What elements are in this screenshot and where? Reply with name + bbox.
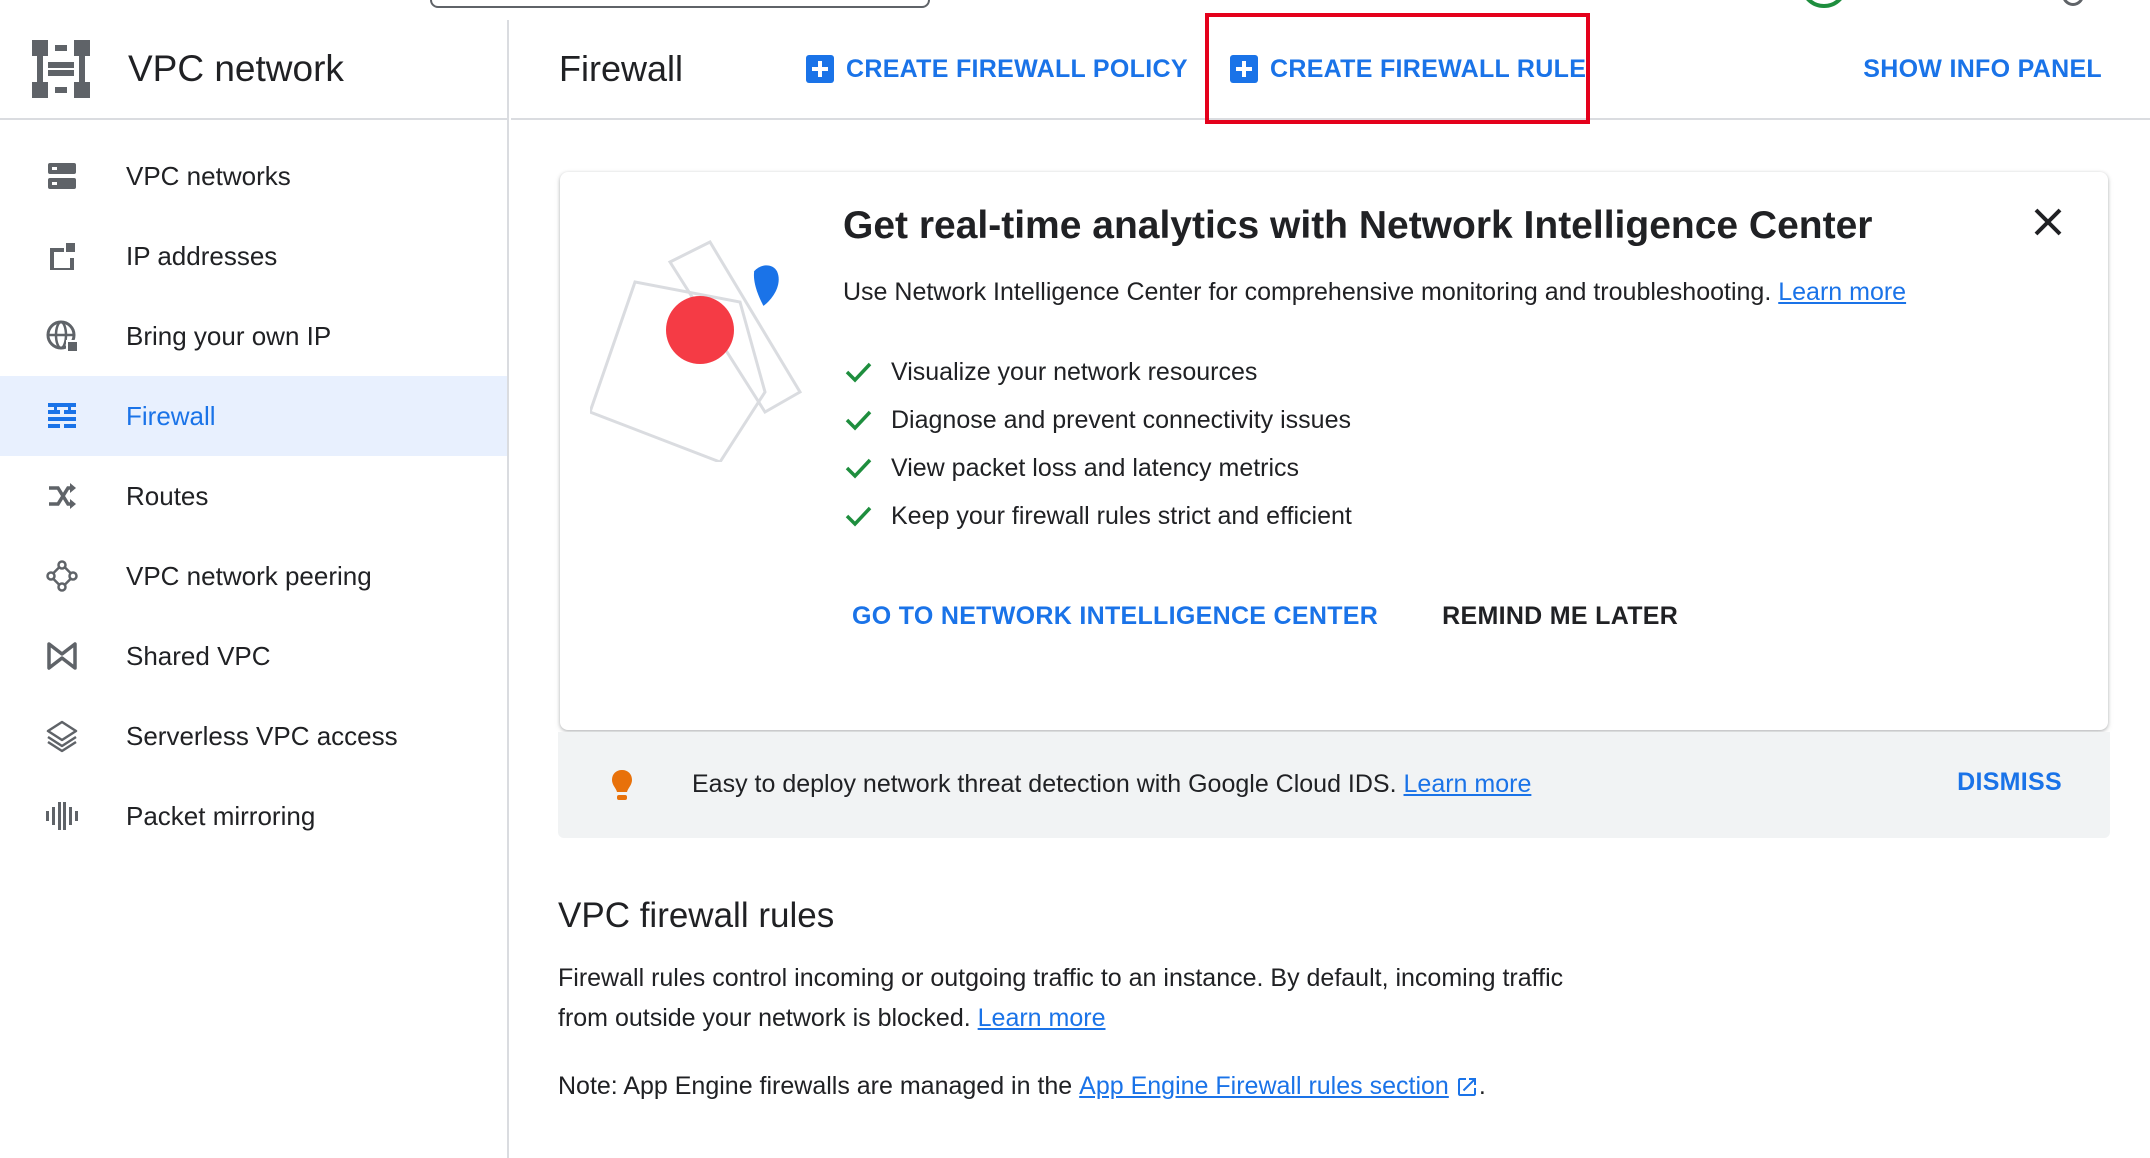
list-item: Keep your firewall rules strict and effi… (843, 492, 1352, 540)
sidebar-item-ip-addresses[interactable]: IP addresses (0, 216, 507, 296)
show-info-panel-label: SHOW INFO PANEL (1863, 54, 2102, 83)
sidebar-item-shared-vpc[interactable]: Shared VPC (0, 616, 507, 696)
sidebar-item-label: Serverless VPC access (126, 720, 398, 751)
feature-text: Visualize your network resources (891, 357, 1258, 386)
sidebar-item-label: VPC network peering (126, 560, 372, 591)
account-avatar[interactable] (1800, 0, 1848, 8)
vpc-networks-icon (44, 158, 80, 194)
peering-icon (44, 558, 80, 594)
promo-description-text: Use Network Intelligence Center for comp… (843, 278, 1772, 306)
sidebar-item-label: Routes (126, 480, 209, 511)
banner-message: Easy to deploy network threat detection … (692, 770, 1397, 798)
promo-actions: GO TO NETWORK INTELLIGENCE CENTER REMIND… (852, 602, 1678, 631)
list-item: Visualize your network resources (843, 348, 1352, 396)
remind-me-later-button[interactable]: REMIND ME LATER (1442, 602, 1678, 631)
network-intelligence-promo-card: Get real-time analytics with Network Int… (560, 172, 2108, 730)
sidebar: VPC network VPC networks IP addresses Br… (0, 20, 509, 1158)
page-title: Firewall (559, 48, 684, 89)
sidebar-item-label: IP addresses (126, 240, 278, 271)
sidebar-item-label: Packet mirroring (126, 800, 316, 831)
cloud-ids-banner: Easy to deploy network threat detection … (558, 732, 2110, 838)
create-firewall-policy-label: CREATE FIREWALL POLICY (846, 54, 1188, 83)
sidebar-item-vpc-network-peering[interactable]: VPC network peering (0, 536, 507, 616)
highlight-annotation-box (1205, 13, 1590, 124)
section-description: Firewall rules control incoming or outgo… (558, 958, 1598, 1038)
lightbulb-icon (612, 770, 632, 800)
sidebar-item-label: Shared VPC (126, 640, 271, 671)
sidebar-item-routes[interactable]: Routes (0, 456, 507, 536)
promo-feature-list: Visualize your network resources Diagnos… (843, 348, 1352, 540)
promo-description: Use Network Intelligence Center for comp… (843, 278, 1906, 307)
banner-learn-more-link[interactable]: Learn more (1404, 770, 1532, 798)
promo-learn-more-link[interactable]: Learn more (1778, 278, 1906, 306)
section-title: VPC firewall rules (558, 896, 835, 935)
app-engine-firewall-rules-link[interactable]: App Engine Firewall rules section (1079, 1072, 1449, 1101)
sidebar-item-label: Firewall (126, 400, 216, 431)
check-icon (845, 506, 872, 527)
help-icon[interactable] (2062, 0, 2084, 6)
go-to-network-intelligence-center-button[interactable]: GO TO NETWORK INTELLIGENCE CENTER (852, 602, 1378, 631)
sidebar-item-vpc-networks[interactable]: VPC networks (0, 136, 507, 216)
show-info-panel-button[interactable]: SHOW INFO PANEL (1863, 55, 2102, 84)
check-icon (845, 410, 872, 431)
sidebar-item-packet-mirroring[interactable]: Packet mirroring (0, 776, 507, 856)
list-item: View packet loss and latency metrics (843, 444, 1352, 492)
analytics-illustration (590, 240, 803, 462)
app-engine-note: Note: App Engine firewalls are managed i… (558, 1072, 1486, 1101)
banner-text: Easy to deploy network threat detection … (692, 770, 1531, 799)
globe-icon (44, 318, 80, 354)
shared-vpc-icon (44, 638, 80, 674)
feature-text: Keep your firewall rules strict and effi… (891, 501, 1352, 530)
sidebar-item-label: Bring your own IP (126, 320, 332, 351)
dismiss-button[interactable]: DISMISS (1957, 768, 2062, 797)
ip-addresses-icon (44, 238, 80, 274)
close-icon[interactable] (2030, 204, 2066, 240)
list-item: Diagnose and prevent connectivity issues (843, 396, 1352, 444)
firewall-icon (44, 398, 80, 434)
vpc-network-logo-icon (32, 40, 90, 98)
sidebar-item-serverless-vpc-access[interactable]: Serverless VPC access (0, 696, 507, 776)
note-prefix: Note: App Engine firewalls are managed i… (558, 1072, 1073, 1100)
add-icon (806, 55, 834, 83)
app-title: VPC network (128, 48, 344, 89)
feature-text: View packet loss and latency metrics (891, 453, 1300, 482)
routes-icon (44, 478, 80, 514)
top-search-bar[interactable] (430, 0, 930, 8)
sidebar-item-bring-your-own-ip[interactable]: Bring your own IP (0, 296, 507, 376)
promo-title: Get real-time analytics with Network Int… (843, 204, 1873, 247)
create-firewall-policy-button[interactable]: CREATE FIREWALL POLICY (806, 55, 1188, 84)
sidebar-item-label: VPC networks (126, 160, 291, 191)
check-icon (845, 458, 872, 479)
check-icon (845, 362, 872, 383)
feature-text: Diagnose and prevent connectivity issues (891, 405, 1351, 434)
packet-mirroring-icon (44, 798, 80, 834)
sidebar-nav: VPC networks IP addresses Bring your own… (0, 120, 507, 856)
section-learn-more-link[interactable]: Learn more (978, 1004, 1106, 1032)
note-suffix: . (1478, 1072, 1486, 1100)
sidebar-item-firewall[interactable]: Firewall (0, 376, 507, 456)
sidebar-header: VPC network (0, 20, 507, 120)
serverless-icon (44, 718, 80, 754)
open-in-new-icon[interactable] (1455, 1075, 1479, 1099)
